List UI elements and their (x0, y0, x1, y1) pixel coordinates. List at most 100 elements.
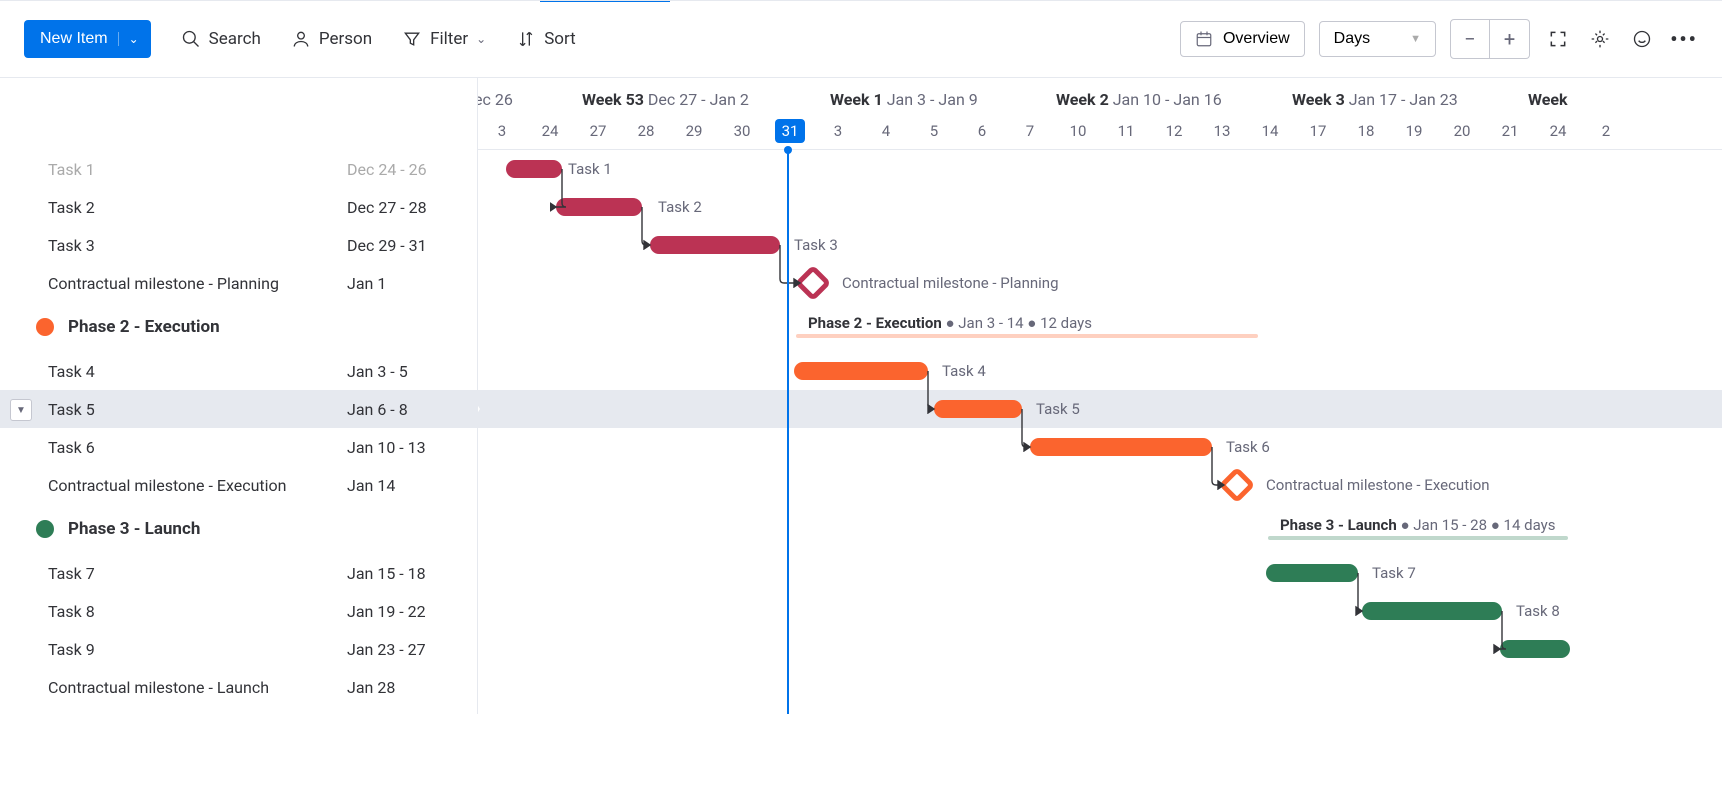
day-cell[interactable]: 11 (1102, 122, 1150, 140)
task-date: Dec 27 - 28 (347, 198, 477, 217)
task-date: Jan 15 - 18 (347, 564, 477, 583)
day-cell[interactable]: 5 (910, 122, 958, 140)
task-row[interactable]: ▼Task 5Jan 6 - 8 (0, 390, 477, 428)
task-list-panel: Task 1Dec 24 - 26Task 2Dec 27 - 28Task 3… (0, 78, 478, 714)
task-row[interactable]: Task 1Dec 24 - 26 (0, 150, 477, 188)
feedback-button[interactable] (1628, 25, 1656, 53)
timescale-select[interactable]: Days ▼ (1319, 21, 1436, 57)
day-cell[interactable]: 24 (1534, 122, 1582, 140)
task-name: Task 5 (48, 400, 347, 419)
day-cell[interactable]: 24 (526, 122, 574, 140)
group-header[interactable]: Phase 3 - Launch (0, 504, 477, 554)
task-row[interactable]: Contractual milestone - PlanningJan 1 (0, 264, 477, 302)
dependency-line (1346, 573, 1380, 616)
chevron-down-icon: ⌄ (118, 32, 139, 46)
chart-group-row: Phase 2 - Execution ● Jan 3 - 14 ● 12 da… (478, 302, 1722, 352)
dependency-line (1490, 611, 1518, 654)
task-row[interactable]: Task 2Dec 27 - 28 (0, 188, 477, 226)
dependency-line (916, 371, 952, 414)
task-name: Task 1 (48, 160, 347, 179)
task-row[interactable]: Task 3Dec 29 - 31 (0, 226, 477, 264)
day-cell[interactable]: 29 (670, 122, 718, 140)
task-row[interactable]: Task 9Jan 23 - 27 (0, 630, 477, 668)
search-button[interactable]: Search (181, 29, 261, 49)
day-cell[interactable]: 18 (1342, 122, 1390, 140)
person-label: Person (319, 29, 372, 49)
task-date: Jan 3 - 5 (347, 362, 477, 381)
task-row[interactable]: Task 4Jan 3 - 5 (0, 352, 477, 390)
day-cell[interactable]: 4 (862, 122, 910, 140)
sort-button[interactable]: Sort (516, 29, 576, 49)
new-item-button[interactable]: New Item ⌄ (24, 20, 151, 58)
phase-summary-label: Phase 3 - Launch ● Jan 15 - 28 ● 14 days (1280, 516, 1555, 534)
person-icon (291, 29, 311, 49)
day-cell[interactable]: 10 (1054, 122, 1102, 140)
task-name: Task 6 (48, 438, 347, 457)
day-cell[interactable]: 21 (1486, 122, 1534, 140)
day-cell[interactable]: 7 (1006, 122, 1054, 140)
chart-row: Task 1 (478, 150, 1722, 188)
group-header[interactable]: Phase 2 - Execution (0, 302, 477, 352)
task-bar[interactable] (1266, 564, 1358, 582)
day-cell[interactable]: 3 (478, 122, 526, 140)
timeline-panel[interactable]: ec 26Week 53 Dec 27 - Jan 2Week 1 Jan 3 … (478, 78, 1722, 714)
filter-button[interactable]: Filter ⌄ (402, 29, 486, 49)
fullscreen-button[interactable] (1544, 25, 1572, 53)
task-row[interactable]: Contractual milestone - ExecutionJan 14 (0, 466, 477, 504)
phase-summary-bar (1268, 536, 1568, 540)
search-icon (181, 29, 201, 49)
task-row[interactable]: Contractual milestone - LaunchJan 28 (0, 668, 477, 706)
task-name: Contractual milestone - Launch (48, 678, 347, 697)
sort-label: Sort (544, 29, 576, 49)
day-cell[interactable]: 28 (622, 122, 670, 140)
day-cell[interactable]: 20 (1438, 122, 1486, 140)
day-cell[interactable]: 6 (958, 122, 1006, 140)
week-label: Week 1 Jan 3 - Jan 9 (830, 90, 978, 109)
settings-button[interactable] (1586, 25, 1614, 53)
task-bar[interactable] (1362, 602, 1502, 620)
week-label: Week 2 Jan 10 - Jan 16 (1056, 90, 1222, 109)
day-cell[interactable]: 30 (718, 122, 766, 140)
row-expand-caret[interactable]: ▼ (10, 399, 32, 421)
task-name: Task 2 (48, 198, 347, 217)
day-cell[interactable]: 2 (1582, 122, 1630, 140)
task-row[interactable]: Task 7Jan 15 - 18 (0, 554, 477, 592)
dependency-line (1010, 409, 1048, 452)
chart-group-row: Phase 3 - Launch ● Jan 15 - 28 ● 14 days (478, 504, 1722, 554)
dependency-line (768, 245, 818, 288)
filter-icon (402, 29, 422, 49)
week-label: Week (1528, 90, 1568, 109)
day-cell[interactable]: 12 (1150, 122, 1198, 140)
day-cell[interactable]: 19 (1390, 122, 1438, 140)
chat-smile-icon (1632, 29, 1652, 49)
sort-icon (516, 29, 536, 49)
dependency-line (1200, 447, 1242, 490)
task-bar[interactable] (794, 362, 928, 380)
caret-down-icon: ▼ (1410, 33, 1421, 45)
day-cell[interactable]: 14 (1246, 122, 1294, 140)
overview-button[interactable]: Overview (1180, 21, 1305, 57)
dependency-line (630, 207, 668, 250)
person-filter-button[interactable]: Person (291, 29, 372, 49)
timescale-label: Days (1334, 30, 1370, 48)
day-cell[interactable]: 17 (1294, 122, 1342, 140)
zoom-in-button[interactable]: + (1490, 19, 1530, 59)
zoom-out-button[interactable]: − (1450, 19, 1490, 59)
toolbar: New Item ⌄ Search Person Filter ⌄ Sort O… (0, 0, 1722, 78)
task-date: Dec 29 - 31 (347, 236, 477, 255)
task-row[interactable]: Task 6Jan 10 - 13 (0, 428, 477, 466)
calendar-icon (1195, 30, 1213, 48)
day-cell[interactable]: 31 (766, 122, 814, 140)
chevron-down-icon: ⌄ (476, 32, 486, 46)
task-bar[interactable] (650, 236, 780, 254)
task-name: Contractual milestone - Planning (48, 274, 347, 293)
day-cell[interactable]: 27 (574, 122, 622, 140)
chart-row (478, 630, 1722, 668)
task-bar[interactable] (1030, 438, 1212, 456)
day-cell[interactable]: 13 (1198, 122, 1246, 140)
day-cell[interactable]: 3 (814, 122, 862, 140)
gantt-container: Task 1Dec 24 - 26Task 2Dec 27 - 28Task 3… (0, 78, 1722, 714)
task-name: Task 9 (48, 640, 347, 659)
task-row[interactable]: Task 8Jan 19 - 22 (0, 592, 477, 630)
more-button[interactable]: ••• (1670, 25, 1698, 53)
